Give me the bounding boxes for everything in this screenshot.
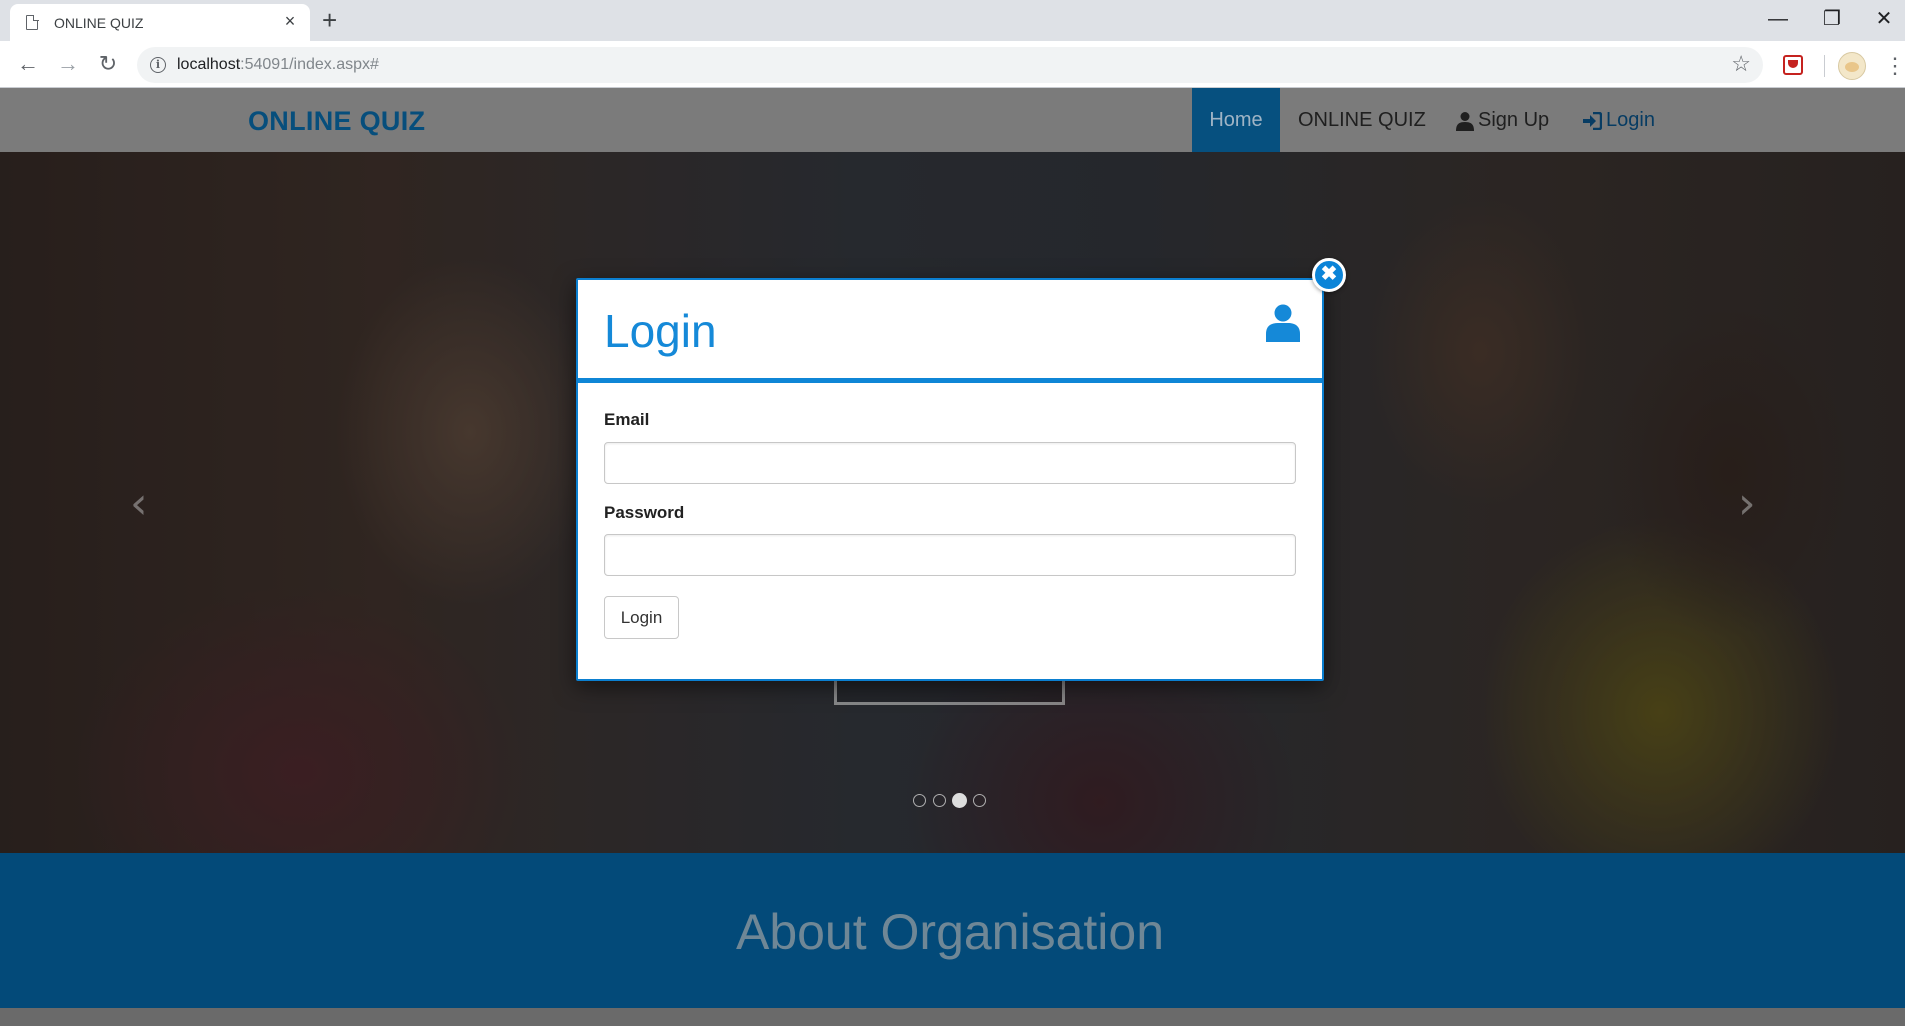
toolbar-separator [1824, 55, 1825, 77]
browser-tab[interactable]: ONLINE QUIZ × [10, 4, 310, 41]
page-icon [26, 14, 39, 30]
user-icon [1266, 304, 1300, 342]
new-tab-button[interactable]: + [322, 6, 337, 34]
password-field[interactable] [604, 534, 1296, 576]
minimize-icon[interactable]: — [1758, 4, 1798, 34]
url-path: :54091/index.aspx# [240, 56, 379, 73]
window-close-icon[interactable]: ✕ [1864, 4, 1904, 34]
browser-menu-icon[interactable]: ⋮ [1884, 52, 1905, 80]
password-label: Password [604, 503, 685, 522]
restore-icon[interactable]: ❐ [1812, 4, 1852, 34]
address-bar[interactable]: i localhost:54091/index.aspx# ☆ [137, 47, 1763, 83]
modal-title: Login [604, 305, 717, 357]
url-host: localhost [177, 56, 241, 73]
profile-avatar[interactable] [1838, 52, 1866, 80]
reload-icon[interactable]: ↻ [93, 49, 123, 79]
back-icon[interactable]: ← [13, 49, 43, 79]
browser-toolbar: ← → ↻ i localhost:54091/index.aspx# ☆ [0, 41, 1905, 88]
modal-close-icon[interactable]: ✖ [1312, 258, 1346, 292]
forward-icon[interactable]: → [53, 49, 83, 79]
browser-tab-strip: ONLINE QUIZ × + — ❐ ✕ [0, 0, 1905, 41]
email-field[interactable] [604, 442, 1296, 484]
url-text[interactable]: localhost:54091/index.aspx# [177, 56, 379, 74]
tab-title: ONLINE QUIZ [54, 15, 144, 31]
tab-close-icon[interactable]: × [280, 11, 300, 31]
login-modal: Login Email Password Login [576, 278, 1324, 681]
site-info-icon[interactable]: i [150, 57, 166, 73]
modal-layer: Login Email Password Login ✖ [0, 88, 1905, 1026]
bookmark-star-icon[interactable]: ☆ [1731, 51, 1751, 77]
modal-divider [578, 378, 1322, 383]
extension-icon[interactable] [1783, 55, 1803, 75]
email-label: Email [604, 410, 650, 429]
login-submit-button[interactable]: Login [604, 596, 679, 639]
